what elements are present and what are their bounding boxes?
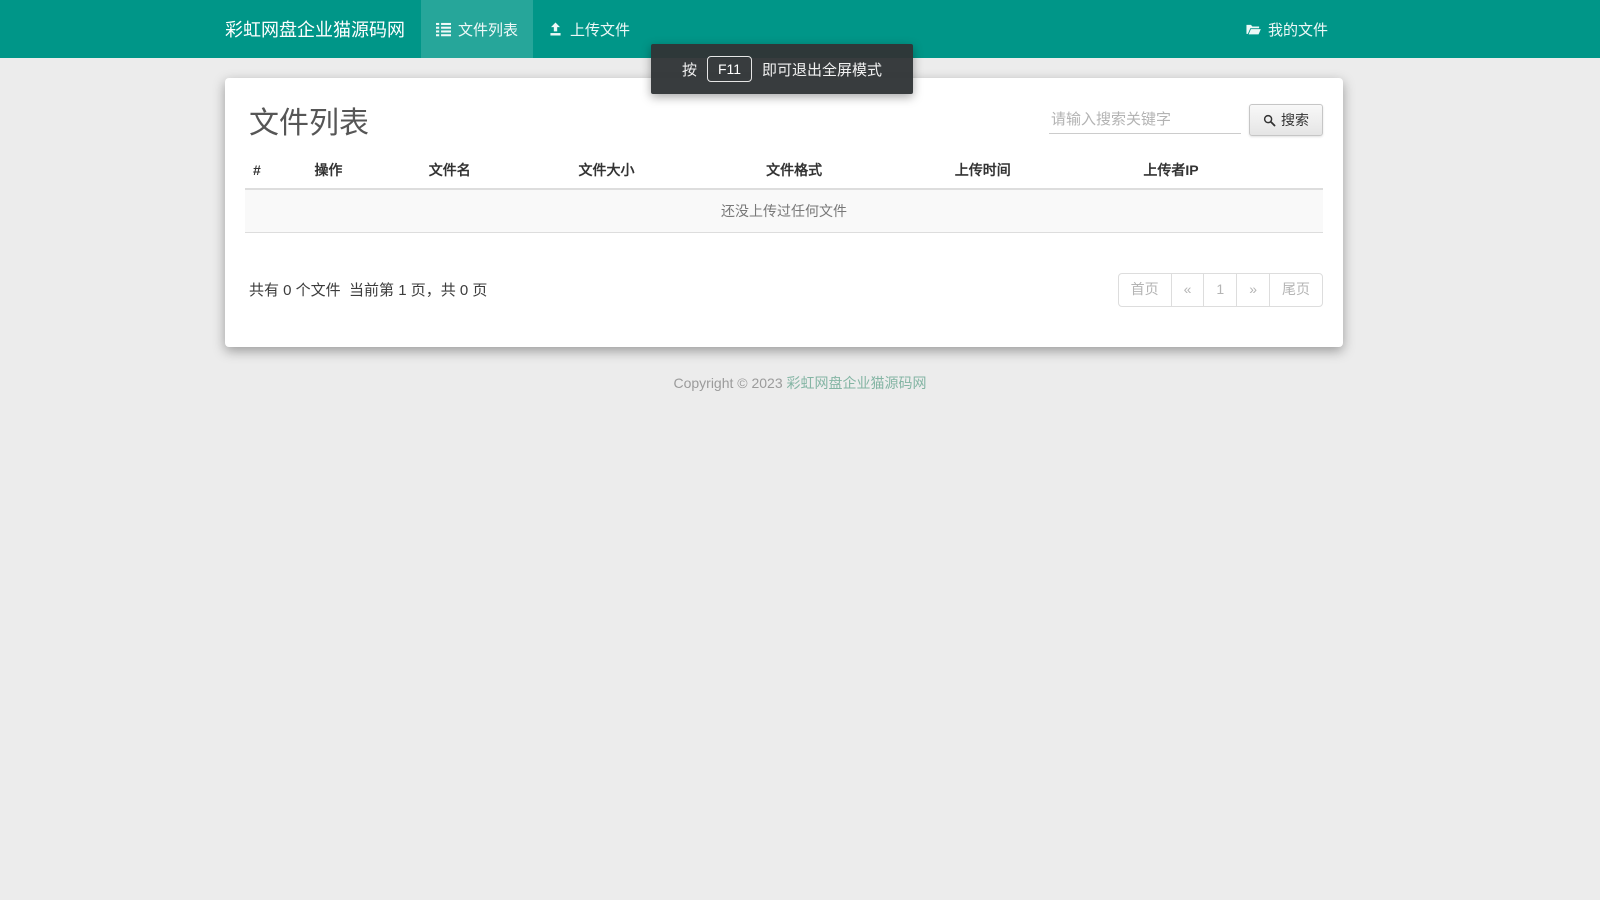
pagination: 首页 « 1 » 尾页	[1118, 273, 1323, 307]
column-header-index: #	[245, 152, 306, 189]
pagination-first-button[interactable]: 首页	[1118, 273, 1172, 307]
toast-message-text: 即可退出全屏模式	[762, 59, 882, 80]
pagination-item: »	[1237, 273, 1270, 307]
column-header-uploader-ip: 上传者IP	[1135, 152, 1323, 189]
fullscreen-exit-toast: 按 F11 即可退出全屏模式	[651, 44, 913, 94]
nav-item-my-files[interactable]: 我的文件	[1231, 0, 1343, 58]
summary-text: 个文件 当前第	[292, 282, 399, 299]
search-button[interactable]: 搜索	[1249, 104, 1323, 136]
list-icon	[436, 22, 451, 37]
pagination-item: «	[1172, 273, 1205, 307]
pagination-item: 1	[1204, 273, 1237, 307]
file-count-summary: 共有 0 个文件 当前第 1 页，共 0 页	[249, 279, 487, 300]
upload-icon	[548, 22, 563, 37]
search-input[interactable]	[1049, 106, 1241, 134]
empty-state-row: 还没上传过任何文件	[245, 189, 1323, 233]
nav-item-label: 文件列表	[458, 19, 518, 40]
summary-text: 页，共	[407, 282, 460, 299]
table-header-row: # 操作 文件名 文件大小 文件格式 上传时间 上传者IP	[245, 152, 1323, 189]
column-header-upload-time: 上传时间	[947, 152, 1136, 189]
toast-press-text: 按	[682, 59, 697, 80]
pagination-prev-button[interactable]: «	[1171, 273, 1205, 307]
column-header-filesize: 文件大小	[571, 152, 759, 189]
file-table: # 操作 文件名 文件大小 文件格式 上传时间 上传者IP 还没上传过任何文件	[245, 152, 1323, 233]
nav-item-upload[interactable]: 上传文件	[533, 0, 645, 58]
pagination-item: 尾页	[1270, 273, 1323, 307]
f11-key-badge: F11	[707, 56, 752, 82]
empty-state-message: 还没上传过任何文件	[245, 189, 1323, 233]
summary-text: 页	[468, 282, 487, 299]
page-title: 文件列表	[249, 98, 369, 142]
pagination-item: 首页	[1118, 273, 1172, 307]
summary-total-pages: 0	[460, 282, 468, 299]
brand-title[interactable]: 彩虹网盘企业猫源码网	[225, 0, 405, 58]
search-icon	[1263, 114, 1276, 127]
folder-open-icon	[1246, 22, 1261, 37]
search-button-label: 搜索	[1281, 110, 1309, 130]
pagination-next-button[interactable]: »	[1236, 273, 1270, 307]
column-header-filename: 文件名	[421, 152, 571, 189]
column-header-format: 文件格式	[758, 152, 947, 189]
panel-header: 文件列表 搜索	[249, 98, 1323, 142]
nav-item-label: 上传文件	[570, 19, 630, 40]
search-bar: 搜索	[1049, 104, 1323, 136]
copyright-text: Copyright © 2023	[673, 375, 786, 391]
footer-site-link[interactable]: 彩虹网盘企业猫源码网	[787, 375, 927, 391]
pagination-page-1-button[interactable]: 1	[1203, 273, 1237, 307]
summary-current-page: 1	[398, 282, 406, 299]
nav-item-file-list[interactable]: 文件列表	[421, 0, 533, 58]
summary-text: 共有	[249, 282, 283, 299]
nav-item-label: 我的文件	[1268, 19, 1328, 40]
panel-footer: 共有 0 个文件 当前第 1 页，共 0 页 首页 « 1 » 尾页	[245, 273, 1323, 307]
page-footer: Copyright © 2023 彩虹网盘企业猫源码网	[0, 373, 1600, 393]
column-header-actions: 操作	[306, 152, 420, 189]
pagination-last-button[interactable]: 尾页	[1269, 273, 1323, 307]
summary-total-files: 0	[283, 282, 291, 299]
file-list-panel: 文件列表 搜索 # 操作 文件名 文件大小 文件格式 上传时间 上传者IP	[225, 78, 1343, 347]
